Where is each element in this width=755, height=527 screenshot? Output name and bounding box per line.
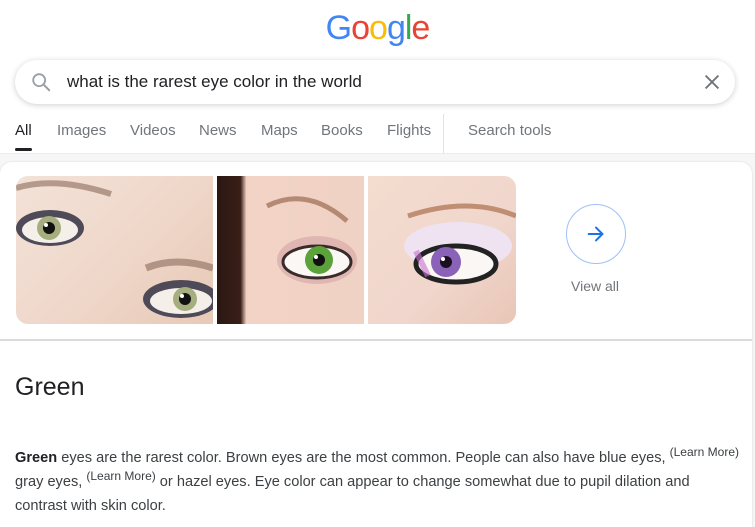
image-result-violet-eye[interactable] — [368, 176, 516, 324]
tab-maps[interactable]: Maps — [261, 122, 298, 139]
learn-more-link[interactable]: (Learn More) — [86, 469, 155, 483]
description-text: eyes are the rarest color. Brown eyes ar… — [57, 450, 670, 466]
close-icon[interactable] — [701, 71, 723, 93]
search-input[interactable]: what is the rarest eye color in the worl… — [67, 72, 362, 92]
tab-books[interactable]: Books — [321, 122, 363, 139]
view-all-label[interactable]: View all — [571, 278, 619, 294]
tabs-divider — [443, 114, 444, 154]
view-all-button[interactable] — [566, 204, 626, 264]
search-icon[interactable] — [30, 71, 52, 93]
arrow-right-icon — [587, 226, 604, 242]
tab-flights[interactable]: Flights — [387, 122, 431, 139]
logo-letter: e — [411, 9, 430, 47]
search-tabs: All Images Videos News Maps Books Flight… — [0, 114, 755, 154]
logo-letter: o — [351, 9, 370, 47]
tab-all[interactable]: All — [15, 122, 32, 151]
answer-description: Green eyes are the rarest color. Brown e… — [15, 446, 740, 518]
tab-images[interactable]: Images — [57, 122, 106, 139]
search-box[interactable]: what is the rarest eye color in the worl… — [15, 60, 735, 104]
description-bold: Green — [15, 450, 58, 466]
learn-more-link[interactable]: (Learn More) — [670, 445, 739, 459]
tab-videos[interactable]: Videos — [130, 122, 176, 139]
section-divider — [0, 339, 752, 341]
image-result-green-eye[interactable] — [217, 176, 364, 324]
image-strip — [16, 176, 516, 324]
logo-letter: G — [325, 9, 352, 47]
logo-letter: g — [386, 9, 406, 47]
search-tools-button[interactable]: Search tools — [468, 122, 551, 139]
google-logo[interactable]: Google — [0, 9, 755, 48]
answer-title: Green — [15, 373, 85, 401]
image-result-green-hazel-eyes[interactable] — [16, 176, 213, 324]
description-text: gray eyes, — [15, 474, 87, 490]
logo-letter: o — [369, 9, 388, 47]
tab-news[interactable]: News — [199, 122, 237, 139]
